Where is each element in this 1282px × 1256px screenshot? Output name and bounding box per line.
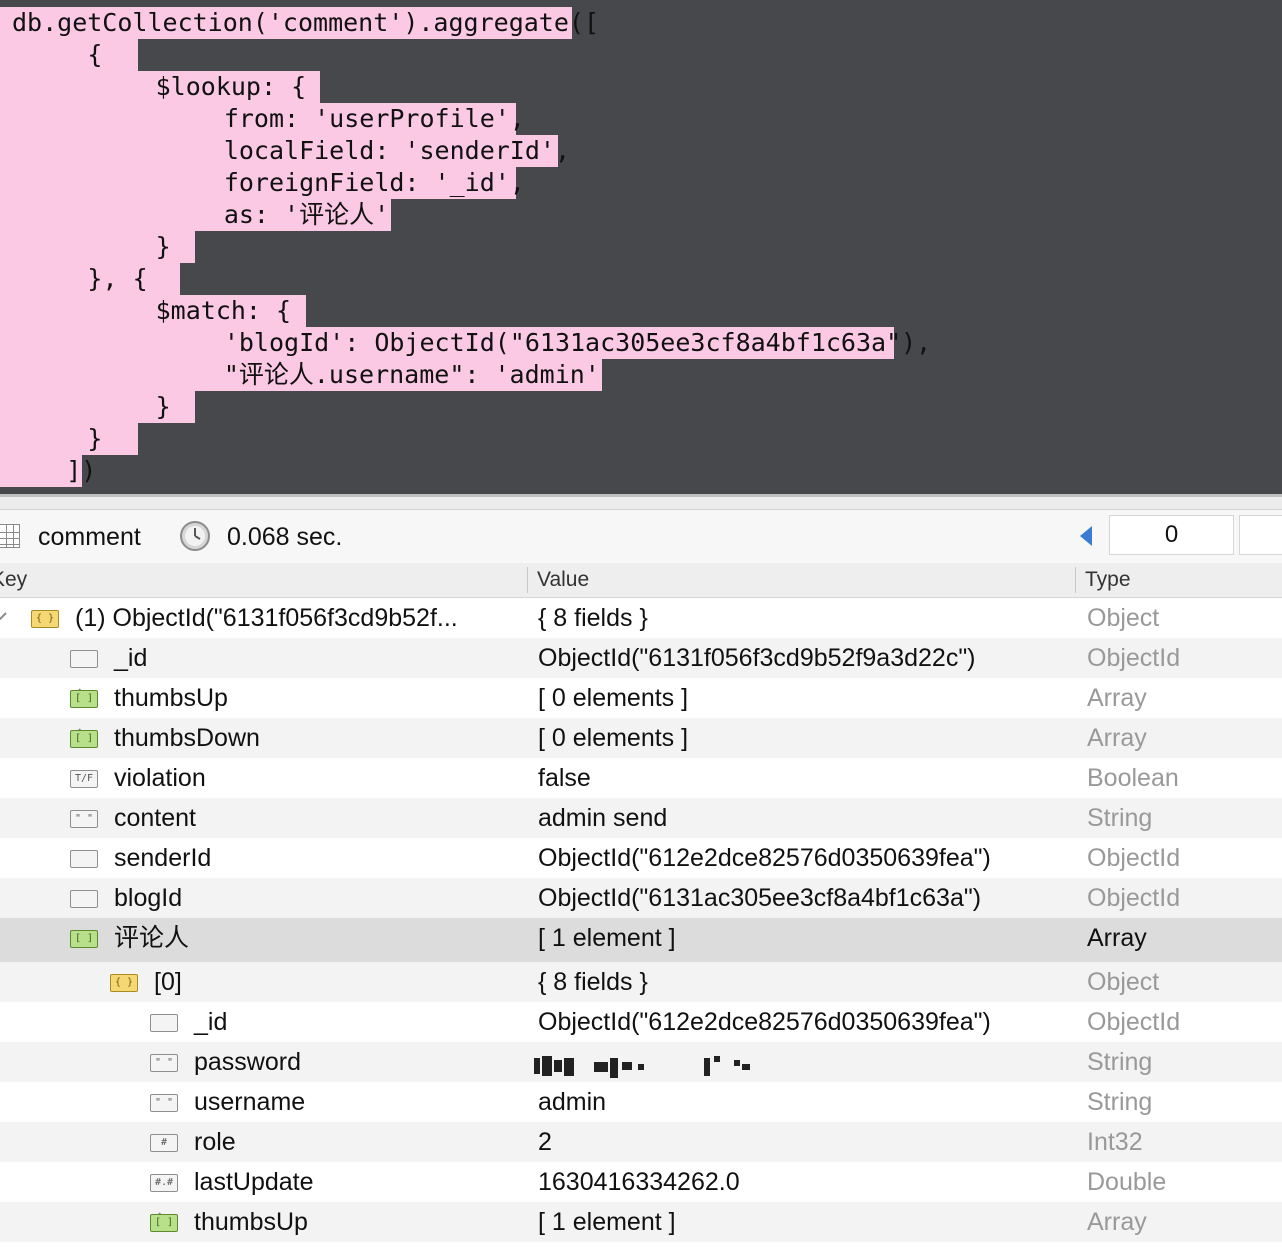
string-icon: " " <box>150 1094 178 1112</box>
splitter-bar[interactable] <box>0 497 1282 510</box>
row-key: content <box>114 804 197 832</box>
objectid-icon <box>70 890 98 908</box>
result-toolbar: comment 0.068 sec. 0 <box>0 510 1282 564</box>
array-icon: [ ] <box>70 930 98 948</box>
tree-row[interactable]: [ ] thumbsUp [ 1 element ] Array <box>0 1202 1282 1242</box>
row-key: thumbsUp <box>114 684 228 712</box>
row-value: [ 1 element ] <box>538 1208 676 1236</box>
tree-row[interactable]: [ ] thumbsUp [ 0 elements ] Array <box>0 678 1282 718</box>
double-icon: #.# <box>150 1174 178 1192</box>
string-icon: " " <box>70 810 98 828</box>
row-key: (1) ObjectId("6131f056f3cd9b52f... <box>75 604 458 632</box>
tree-row[interactable]: [ ] thumbsDown [ 0 elements ] Array <box>0 718 1282 758</box>
row-type: Array <box>1087 1208 1147 1236</box>
tree-row[interactable]: { } [0] { 8 fields } Object <box>0 962 1282 1002</box>
tree-row[interactable]: " " content admin send String <box>0 798 1282 838</box>
array-icon: [ ] <box>70 690 98 708</box>
tree-row[interactable]: senderId ObjectId("612e2dce82576d0350639f… <box>0 838 1282 878</box>
row-key: senderId <box>114 844 212 872</box>
row-value: ObjectId("6131f056f3cd9b52f9a3d22c") <box>538 644 976 672</box>
result-tree: { } (1) ObjectId("6131f056f3cd9b52f... { 8… <box>0 598 1282 1242</box>
row-type: String <box>1087 804 1153 832</box>
tree-row[interactable]: " " password String <box>0 1042 1282 1082</box>
type-column-header[interactable]: Type <box>1085 567 1131 593</box>
tree-row[interactable]: [ ] 评论人 [ 1 element ] Array <box>0 918 1282 962</box>
row-type: ObjectId <box>1087 884 1181 912</box>
tree-row[interactable]: { } (1) ObjectId("6131f056f3cd9b52f... { 8… <box>0 598 1282 638</box>
row-type: ObjectId <box>1087 1008 1181 1036</box>
object-icon: { } <box>110 974 138 992</box>
query-editor[interactable]: db.getCollection('comment').aggregate([ … <box>0 0 1282 494</box>
row-value: ObjectId("612e2dce82576d0350639fea") <box>538 1008 991 1036</box>
boolean-icon: T/F <box>70 770 98 788</box>
object-icon: { } <box>31 610 59 628</box>
row-value: admin send <box>538 804 668 832</box>
row-key: password <box>194 1048 301 1076</box>
row-type: Int32 <box>1087 1128 1143 1156</box>
chevron-down-icon[interactable] <box>0 606 7 626</box>
tree-row[interactable]: # role 2 Int32 <box>0 1122 1282 1162</box>
previous-page-icon[interactable] <box>1078 524 1094 548</box>
tree-row[interactable]: _id ObjectId("612e2dce82576d0350639fea") O… <box>0 1002 1282 1042</box>
page-skip-input[interactable]: 0 <box>1109 515 1234 555</box>
row-type: Boolean <box>1087 764 1179 792</box>
row-value: false <box>538 764 591 792</box>
row-key: thumbsUp <box>194 1208 308 1236</box>
collection-name: comment <box>38 523 141 551</box>
row-type: Double <box>1087 1168 1167 1196</box>
row-type: ObjectId <box>1087 844 1181 872</box>
row-key: _id <box>114 644 148 672</box>
key-column-header[interactable]: Key <box>0 567 27 593</box>
row-value: [ 1 element ] <box>538 924 676 952</box>
clock-icon <box>180 521 210 551</box>
array-icon: [ ] <box>70 730 98 748</box>
row-type: ObjectId <box>1087 644 1181 672</box>
row-key: thumbsDown <box>114 724 260 752</box>
row-value: ObjectId("612e2dce82576d0350639fea") <box>538 844 991 872</box>
row-type: Array <box>1087 684 1147 712</box>
page-limit-input[interactable] <box>1239 515 1282 555</box>
row-key: lastUpdate <box>194 1168 314 1196</box>
int32-icon: # <box>150 1134 178 1152</box>
row-type: Object <box>1087 604 1160 632</box>
tree-row[interactable]: blogId ObjectId("6131ac305ee3cf8a4bf1c63a… <box>0 878 1282 918</box>
query-time: 0.068 sec. <box>227 523 343 551</box>
row-value: [ 0 elements ] <box>538 684 689 712</box>
row-value: { 8 fields } <box>538 604 648 632</box>
row-key: violation <box>114 764 206 792</box>
redacted-value-blur <box>534 1056 750 1078</box>
objectid-icon <box>150 1014 178 1032</box>
row-type: String <box>1087 1048 1153 1076</box>
row-key: username <box>194 1088 306 1116</box>
row-value: 1630416334262.0 <box>538 1168 740 1196</box>
row-type: Array <box>1087 924 1147 952</box>
row-key: 评论人 <box>114 924 190 952</box>
column-header: Key Value Type <box>0 563 1282 598</box>
objectid-icon <box>70 850 98 868</box>
row-key: _id <box>194 1008 228 1036</box>
row-value: admin <box>538 1088 607 1116</box>
row-value: 2 <box>538 1128 552 1156</box>
row-key: blogId <box>114 884 183 912</box>
tree-row[interactable]: " " username admin String <box>0 1082 1282 1122</box>
row-key: role <box>194 1128 236 1156</box>
array-icon: [ ] <box>150 1214 178 1232</box>
row-type: String <box>1087 1088 1153 1116</box>
row-type: Object <box>1087 968 1160 996</box>
row-value: [ 0 elements ] <box>538 724 689 752</box>
row-key: [0] <box>154 968 182 996</box>
tree-row[interactable]: T/F violation false Boolean <box>0 758 1282 798</box>
objectid-icon <box>70 650 98 668</box>
row-value: ObjectId("6131ac305ee3cf8a4bf1c63a") <box>538 884 982 912</box>
tree-row[interactable]: _id ObjectId("6131f056f3cd9b52f9a3d22c") O… <box>0 638 1282 678</box>
value-column-header[interactable]: Value <box>537 567 589 593</box>
collection-table-icon <box>0 524 20 548</box>
tree-row[interactable]: #.# lastUpdate 1630416334262.0 Double <box>0 1162 1282 1202</box>
string-icon: " " <box>150 1054 178 1072</box>
row-value: { 8 fields } <box>538 968 648 996</box>
row-type: Array <box>1087 724 1147 752</box>
